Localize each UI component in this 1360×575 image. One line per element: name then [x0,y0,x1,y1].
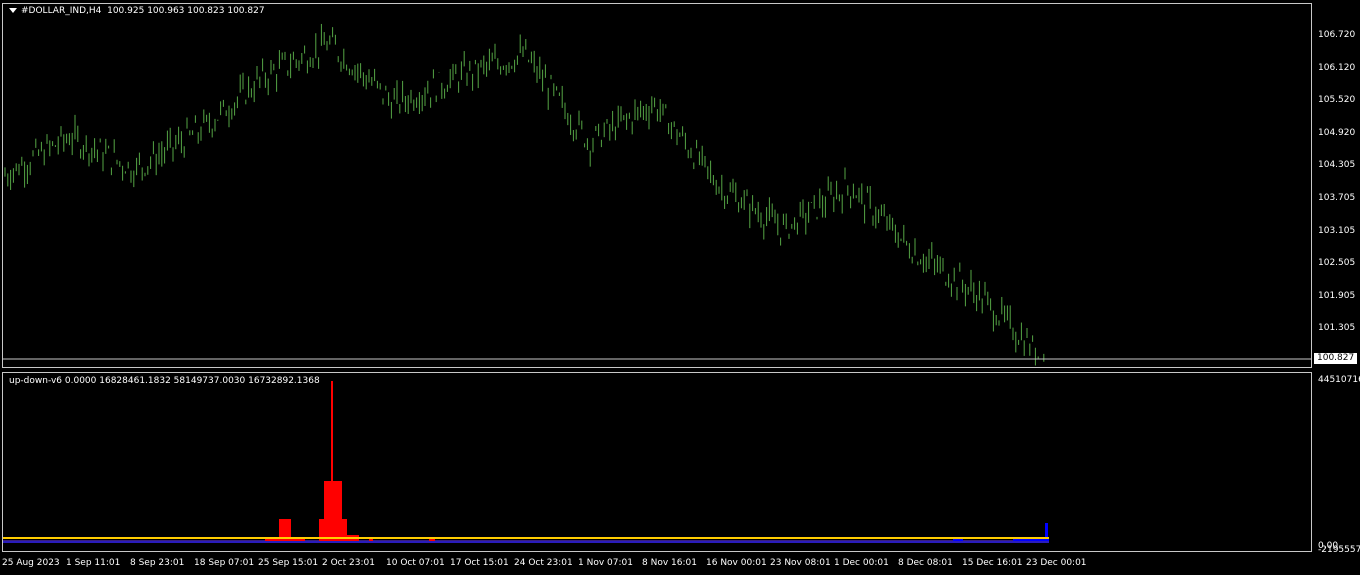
time-tick-label: 23 Dec 00:01 [1026,558,1087,568]
indicator-pane[interactable]: up-down-v6 0.0000 16828461.1832 58149737… [2,372,1312,552]
time-tick-label: 1 Nov 07:01 [578,558,633,568]
time-tick-label: 15 Dec 16:01 [962,558,1023,568]
ohlc-values: 100.925 100.963 100.823 100.827 [107,6,265,16]
time-tick-label: 8 Sep 23:01 [130,558,185,568]
chart-header: #DOLLAR_IND,H4 100.925 100.963 100.823 1… [9,6,265,16]
symbol-timeframe: #DOLLAR_IND,H4 [21,6,102,16]
price-tick-label: 101.305 [1318,323,1356,334]
time-tick-label: 25 Sep 15:01 [258,558,319,568]
current-price-label: 100.827 [1314,353,1357,364]
price-chart [3,23,1311,366]
up-histogram-bar [429,539,435,541]
time-tick-label: 23 Nov 08:01 [770,558,831,568]
price-tick-label: 106.720 [1318,30,1356,40]
indicator-chart [3,381,1049,543]
price-tick-label: 103.705 [1318,193,1356,203]
time-tick-label: 10 Oct 07:01 [386,558,445,568]
price-tick-label: 101.905 [1318,290,1356,301]
time-tick-label: 24 Oct 23:01 [514,558,573,568]
price-tick-label: 104.305 [1318,160,1356,171]
time-tick-label: 16 Nov 00:01 [706,558,767,568]
price-tick-label: 102.505 [1318,258,1356,269]
time-tick-label: 17 Oct 15:01 [450,558,509,568]
indicator-values: 0.0000 16828461.1832 58149737.0030 16732… [64,376,320,386]
time-tick-label: 8 Dec 08:01 [898,558,953,568]
chart-menu-triangle-icon[interactable] [9,8,17,13]
time-tick-label: 2 Oct 23:01 [322,558,375,568]
time-tick-label: 18 Sep 07:01 [194,558,255,568]
indicator-axis-top: 445107161 [1318,375,1360,385]
price-tick-label: 106.120 [1318,62,1356,73]
up-histogram-bar [331,381,333,541]
indicator-axis-bottom: -21955579 [1318,545,1360,555]
indicator-name: up-down-v6 [9,376,63,386]
indicator-header: up-down-v6 0.0000 16828461.1832 58149737… [9,376,320,386]
time-tick-label: 1 Dec 00:01 [834,558,889,568]
price-chart-pane[interactable]: #DOLLAR_IND,H4 100.925 100.963 100.823 1… [2,3,1312,368]
time-tick-label: 25 Aug 2023 [2,558,60,568]
price-tick-label: 103.105 [1318,225,1356,236]
time-tick-label: 1 Sep 11:01 [66,558,121,568]
price-tick-label: 104.920 [1318,127,1356,138]
time-tick-label: 8 Nov 16:01 [642,558,697,568]
price-tick-label: 105.520 [1318,95,1356,106]
